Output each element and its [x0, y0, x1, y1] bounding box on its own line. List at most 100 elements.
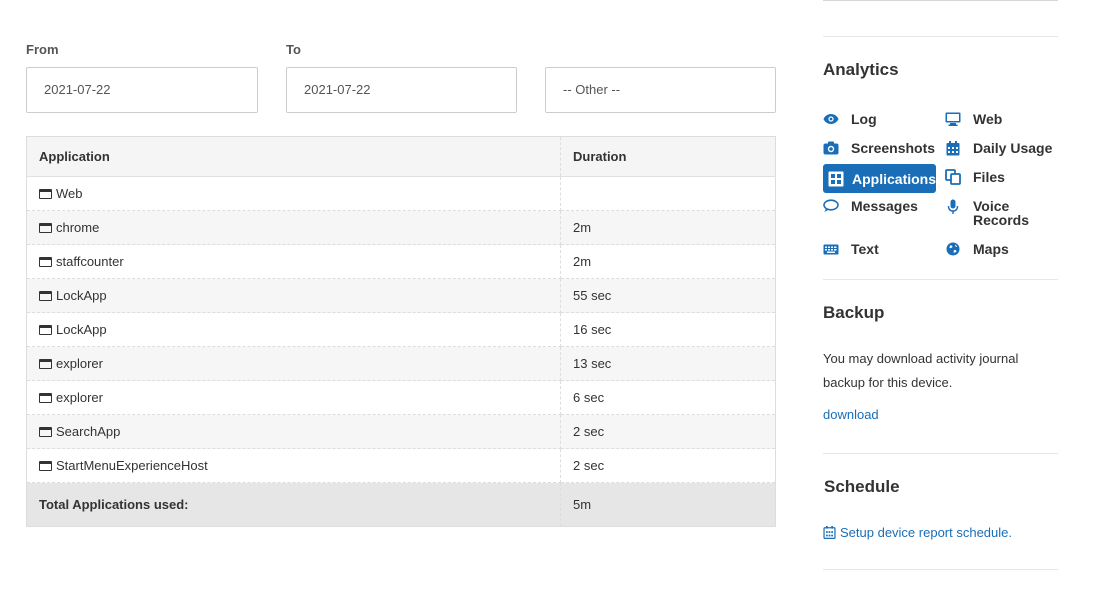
nav-files[interactable]: Files [945, 164, 1005, 190]
duration-cell [560, 176, 776, 211]
nav-daily-usage[interactable]: Daily Usage [945, 135, 1052, 161]
window-icon [39, 257, 52, 267]
total-label: Total Applications used: [26, 482, 561, 527]
app-name: LockApp [56, 322, 107, 337]
schedule-heading: Schedule [824, 477, 900, 496]
applications-table: Application Duration Web chrome 2m staff… [26, 136, 776, 527]
window-icon [39, 427, 52, 437]
applications-icon [828, 171, 844, 187]
nav-voice-records-label: Voice Records [973, 199, 1029, 227]
table-row: explorer 13 sec [26, 346, 776, 381]
app-cell: explorer [26, 380, 561, 415]
nav-messages-label: Messages [851, 198, 918, 214]
window-icon [39, 393, 52, 403]
duration-cell: 13 sec [560, 346, 776, 381]
app-name: SearchApp [56, 424, 121, 439]
app-name: Web [56, 186, 83, 201]
nav-log-label: Log [851, 111, 877, 127]
nav-applications[interactable]: Applications [823, 164, 936, 193]
voice-label-line2: Records [973, 212, 1030, 228]
monitor-icon [945, 111, 961, 127]
nav-screenshots[interactable]: Screenshots [823, 135, 935, 161]
duration-cell: 2 sec [560, 414, 776, 449]
files-icon [945, 169, 961, 185]
app-cell: staffcounter [26, 244, 561, 279]
total-value: 5m [560, 482, 776, 527]
column-header-application: Application [26, 136, 561, 177]
divider [823, 569, 1058, 570]
nav-maps-label: Maps [973, 241, 1009, 257]
sidebar: Analytics Log Web Screenshots Daily Usag… [823, 0, 1058, 592]
setup-schedule-label: Setup device report schedule. [840, 525, 1012, 540]
nav-text-label: Text [851, 241, 879, 257]
app-name: StartMenuExperienceHost [56, 458, 208, 473]
nav-applications-label: Applications [852, 170, 937, 187]
microphone-icon [945, 199, 961, 215]
app-cell: LockApp [26, 278, 561, 313]
app-name: staffcounter [56, 254, 124, 269]
divider [823, 279, 1058, 280]
window-icon [39, 325, 52, 335]
nav-maps[interactable]: Maps [945, 236, 1009, 262]
table-row: StartMenuExperienceHost 2 sec [26, 448, 776, 483]
analytics-heading: Analytics [823, 60, 899, 79]
globe-icon [945, 241, 961, 257]
duration-cell: 55 sec [560, 278, 776, 313]
nav-web[interactable]: Web [945, 106, 1002, 132]
nav-voice-records[interactable]: Voice Records [945, 199, 1029, 231]
setup-schedule-link[interactable]: Setup device report schedule. [823, 525, 1012, 540]
from-date-input[interactable]: 2021-07-22 [26, 67, 258, 113]
window-icon [39, 461, 52, 471]
nav-daily-usage-label: Daily Usage [973, 140, 1053, 156]
nav-messages[interactable]: Messages [823, 193, 918, 219]
speech-bubble-icon [823, 198, 839, 214]
total-row: Total Applications used: 5m [26, 482, 776, 527]
divider [823, 36, 1058, 37]
keyboard-icon [823, 241, 839, 257]
table-row: LockApp 16 sec [26, 312, 776, 347]
download-link[interactable]: download [823, 407, 879, 422]
period-select[interactable]: -- Other -- [545, 67, 776, 113]
calendar-icon [823, 526, 836, 539]
table-row: staffcounter 2m [26, 244, 776, 279]
app-cell: LockApp [26, 312, 561, 347]
duration-cell: 16 sec [560, 312, 776, 347]
duration-cell: 2m [560, 244, 776, 279]
table-row: explorer 6 sec [26, 380, 776, 415]
nav-log[interactable]: Log [823, 106, 877, 132]
app-cell: explorer [26, 346, 561, 381]
app-name: LockApp [56, 288, 107, 303]
nav-web-label: Web [973, 111, 1003, 127]
app-cell: StartMenuExperienceHost [26, 448, 561, 483]
to-date-input[interactable]: 2021-07-22 [286, 67, 517, 113]
backup-description: You may download activity journal backup… [823, 351, 1019, 390]
column-header-duration: Duration [560, 136, 776, 177]
table-header-row: Application Duration [26, 136, 776, 177]
table-row: chrome 2m [26, 210, 776, 245]
app-cell: chrome [26, 210, 561, 245]
window-icon [39, 291, 52, 301]
duration-cell: 2 sec [560, 448, 776, 483]
backup-heading: Backup [823, 303, 885, 322]
window-icon [39, 359, 52, 369]
duration-cell: 6 sec [560, 380, 776, 415]
duration-cell: 2m [560, 210, 776, 245]
app-name: explorer [56, 356, 103, 371]
window-icon [39, 189, 52, 199]
app-name: chrome [56, 220, 100, 235]
to-label: To [286, 42, 301, 57]
nav-files-label: Files [973, 169, 1005, 185]
divider [823, 0, 1058, 1]
eye-icon [823, 111, 839, 127]
nav-screenshots-label: Screenshots [851, 140, 936, 156]
table-row: LockApp 55 sec [26, 278, 776, 313]
app-name: explorer [56, 390, 103, 405]
calendar-icon [945, 140, 961, 156]
app-cell: SearchApp [26, 414, 561, 449]
table-row: Web [26, 176, 776, 211]
from-label: From [26, 42, 59, 57]
nav-text[interactable]: Text [823, 236, 879, 262]
camera-icon [823, 140, 839, 156]
date-filters: From To 2021-07-22 2021-07-22 -- Other -… [26, 42, 776, 114]
divider [823, 453, 1058, 454]
